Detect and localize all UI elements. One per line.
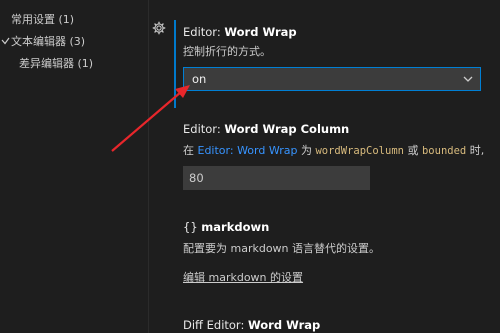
toc-item-label: 文本编辑器 [11,35,66,48]
gear-icon[interactable] [152,21,166,35]
select-value: on [192,72,207,86]
input-value: 80 [189,171,204,185]
setting-name: Word Wrap Column [224,122,350,136]
setting-category: Editor: [183,25,225,39]
setting-title-word-wrap-column: Editor: Word Wrap Column [183,122,349,136]
setting-name: markdown [201,220,270,234]
settings-toc: 常用设置 (1) 文本编辑器 (3) 差异编辑器 (1) [0,0,148,333]
code-token: wordWrapColumn [315,145,404,157]
setting-link[interactable]: Editor: Word Wrap [198,144,298,157]
desc-text: 或 [403,144,422,157]
braces-icon: {} [183,220,198,234]
toc-item-diff-editor[interactable]: 差异编辑器 (1) [19,57,93,71]
toc-item-count: (1) [77,57,94,70]
toc-item-text-editor[interactable]: 文本编辑器 (3) [11,35,85,49]
setting-title-diff-word-wrap: Diff Editor: Word Wrap [183,318,320,332]
toc-item-count: (3) [69,35,86,48]
word-wrap-column-input[interactable]: 80 [183,166,370,190]
desc-text: 为 [297,144,316,157]
panel-divider [148,0,149,333]
toc-item-common[interactable]: 常用设置 (1) [11,13,74,27]
setting-category: Editor: [183,122,225,136]
focus-indicator [174,20,176,108]
toc-item-count: (1) [58,13,75,26]
word-wrap-select[interactable]: on [183,67,481,91]
setting-title-markdown: {} markdown [183,220,269,234]
chevron-expanded-icon[interactable] [1,37,10,46]
code-token: bounded [421,145,467,157]
toc-item-label: 常用设置 [11,13,55,26]
setting-description: 配置要为 markdown 语言替代的设置。 [183,242,381,255]
setting-title-word-wrap: Editor: Word Wrap [183,25,297,39]
setting-name: Word Wrap [224,25,297,39]
chevron-down-icon [463,76,473,82]
setting-description: 在 Editor: Word Wrap 为 wordWrapColumn 或 b… [183,142,484,158]
setting-category: Diff Editor: [183,318,248,332]
toc-item-label: 差异编辑器 [19,57,74,70]
desc-text: 在 [183,144,198,157]
desc-text: 时, [466,144,485,157]
setting-description: 控制折行的方式。 [183,45,271,58]
setting-name: Word Wrap [248,318,321,332]
edit-markdown-settings-link[interactable]: 编辑 markdown 的设置 [183,269,303,285]
